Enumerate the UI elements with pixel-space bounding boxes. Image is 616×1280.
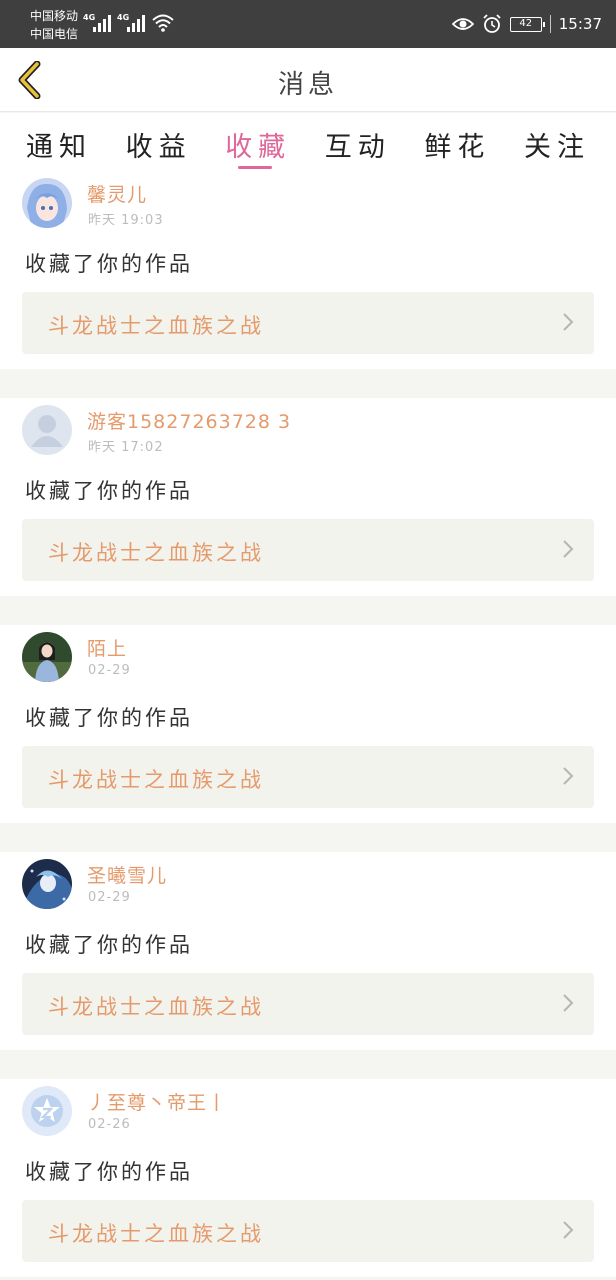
work-link[interactable]: 斗龙战士之血族之战 <box>22 519 594 581</box>
message-card: 圣曦雪儿 02-29 收藏了你的作品 斗龙战士之血族之战 <box>0 852 616 1050</box>
avatar[interactable] <box>22 178 72 228</box>
tab-follow[interactable]: 关注 <box>524 113 590 171</box>
tab-notice[interactable]: 通知 <box>26 113 92 171</box>
tab-interaction[interactable]: 互动 <box>325 113 391 171</box>
work-link[interactable]: 斗龙战士之血族之战 <box>22 973 594 1035</box>
timestamp: 02-26 <box>88 1117 131 1132</box>
carrier-1: 中国移动 <box>30 9 79 23</box>
timestamp: 昨天 19:03 <box>88 213 164 228</box>
action-text: 收藏了你的作品 <box>25 933 193 957</box>
status-bar: 中国移动 中国电信 4G 4G 42 15:37 <box>0 0 616 48</box>
tab-label: 鲜花 <box>424 132 491 163</box>
username[interactable]: 丿至尊丶帝王丨 <box>87 1088 227 1115</box>
avatar[interactable] <box>22 859 72 909</box>
work-link[interactable]: 斗龙战士之血族之战 <box>22 1200 594 1262</box>
clock: 15:37 <box>558 15 602 33</box>
timestamp: 02-29 <box>88 663 131 678</box>
username[interactable]: 陌上 <box>87 634 127 661</box>
eye-icon <box>451 18 474 30</box>
chevron-right-icon <box>563 540 574 558</box>
tab-label: 收藏 <box>225 132 292 163</box>
tab-flowers[interactable]: 鲜花 <box>424 113 490 171</box>
message-card: 游客15827263728 3 昨天 17:02 收藏了你的作品 斗龙战士之血族… <box>0 398 616 596</box>
work-link[interactable]: 斗龙战士之血族之战 <box>22 292 594 354</box>
chevron-right-icon <box>563 313 574 331</box>
message-list: 馨灵儿 昨天 19:03 收藏了你的作品 斗龙战士之血族之战 游客1582726… <box>0 171 616 1280</box>
page-title: 消息 <box>277 70 338 100</box>
chevron-right-icon <box>563 767 574 785</box>
alarm-icon <box>483 14 501 33</box>
chevron-right-icon <box>563 994 574 1012</box>
divider <box>549 15 551 33</box>
work-title: 斗龙战士之血族之战 <box>48 541 264 565</box>
work-title: 斗龙战士之血族之战 <box>48 1222 264 1246</box>
app-header: 消息 <box>0 48 616 112</box>
battery-icon: 42 <box>509 16 545 32</box>
timestamp: 昨天 17:02 <box>88 440 164 455</box>
work-title: 斗龙战士之血族之战 <box>48 314 264 338</box>
message-card: 陌上 02-29 收藏了你的作品 斗龙战士之血族之战 <box>0 625 616 823</box>
work-link[interactable]: 斗龙战士之血族之战 <box>22 746 594 808</box>
carrier-2: 中国电信 <box>30 27 79 41</box>
tab-label: 通知 <box>26 132 92 163</box>
action-text: 收藏了你的作品 <box>25 706 193 730</box>
message-card: 丿至尊丶帝王丨 02-26 收藏了你的作品 斗龙战士之血族之战 <box>0 1079 616 1277</box>
tab-favorites[interactable]: 收藏 <box>225 113 291 171</box>
tab-bar: 通知 收益 收藏 互动 鲜花 关注 <box>0 113 616 171</box>
work-title: 斗龙战士之血族之战 <box>48 768 264 792</box>
wifi-icon <box>152 14 174 32</box>
signal-icon <box>127 14 147 32</box>
username[interactable]: 游客15827263728 3 <box>87 407 291 434</box>
chevron-right-icon <box>563 1221 574 1239</box>
avatar[interactable] <box>22 632 72 682</box>
username[interactable]: 圣曦雪儿 <box>87 861 167 888</box>
avatar[interactable] <box>22 1086 72 1136</box>
username[interactable]: 馨灵儿 <box>87 180 147 207</box>
action-text: 收藏了你的作品 <box>25 479 193 503</box>
active-tab-indicator <box>238 166 273 169</box>
battery-level: 42 <box>519 17 533 29</box>
carriers: 中国移动 中国电信 <box>30 7 78 43</box>
action-text: 收藏了你的作品 <box>25 1160 193 1184</box>
timestamp: 02-29 <box>88 890 131 905</box>
tab-label: 互动 <box>324 132 391 163</box>
signal-icon <box>93 14 113 32</box>
message-card: 馨灵儿 昨天 19:03 收藏了你的作品 斗龙战士之血族之战 <box>0 171 616 369</box>
tab-earnings[interactable]: 收益 <box>126 113 192 171</box>
tab-label: 关注 <box>523 132 590 163</box>
action-text: 收藏了你的作品 <box>25 252 193 276</box>
avatar[interactable] <box>22 405 72 455</box>
work-title: 斗龙战士之血族之战 <box>48 995 264 1019</box>
tab-label: 收益 <box>125 132 192 163</box>
